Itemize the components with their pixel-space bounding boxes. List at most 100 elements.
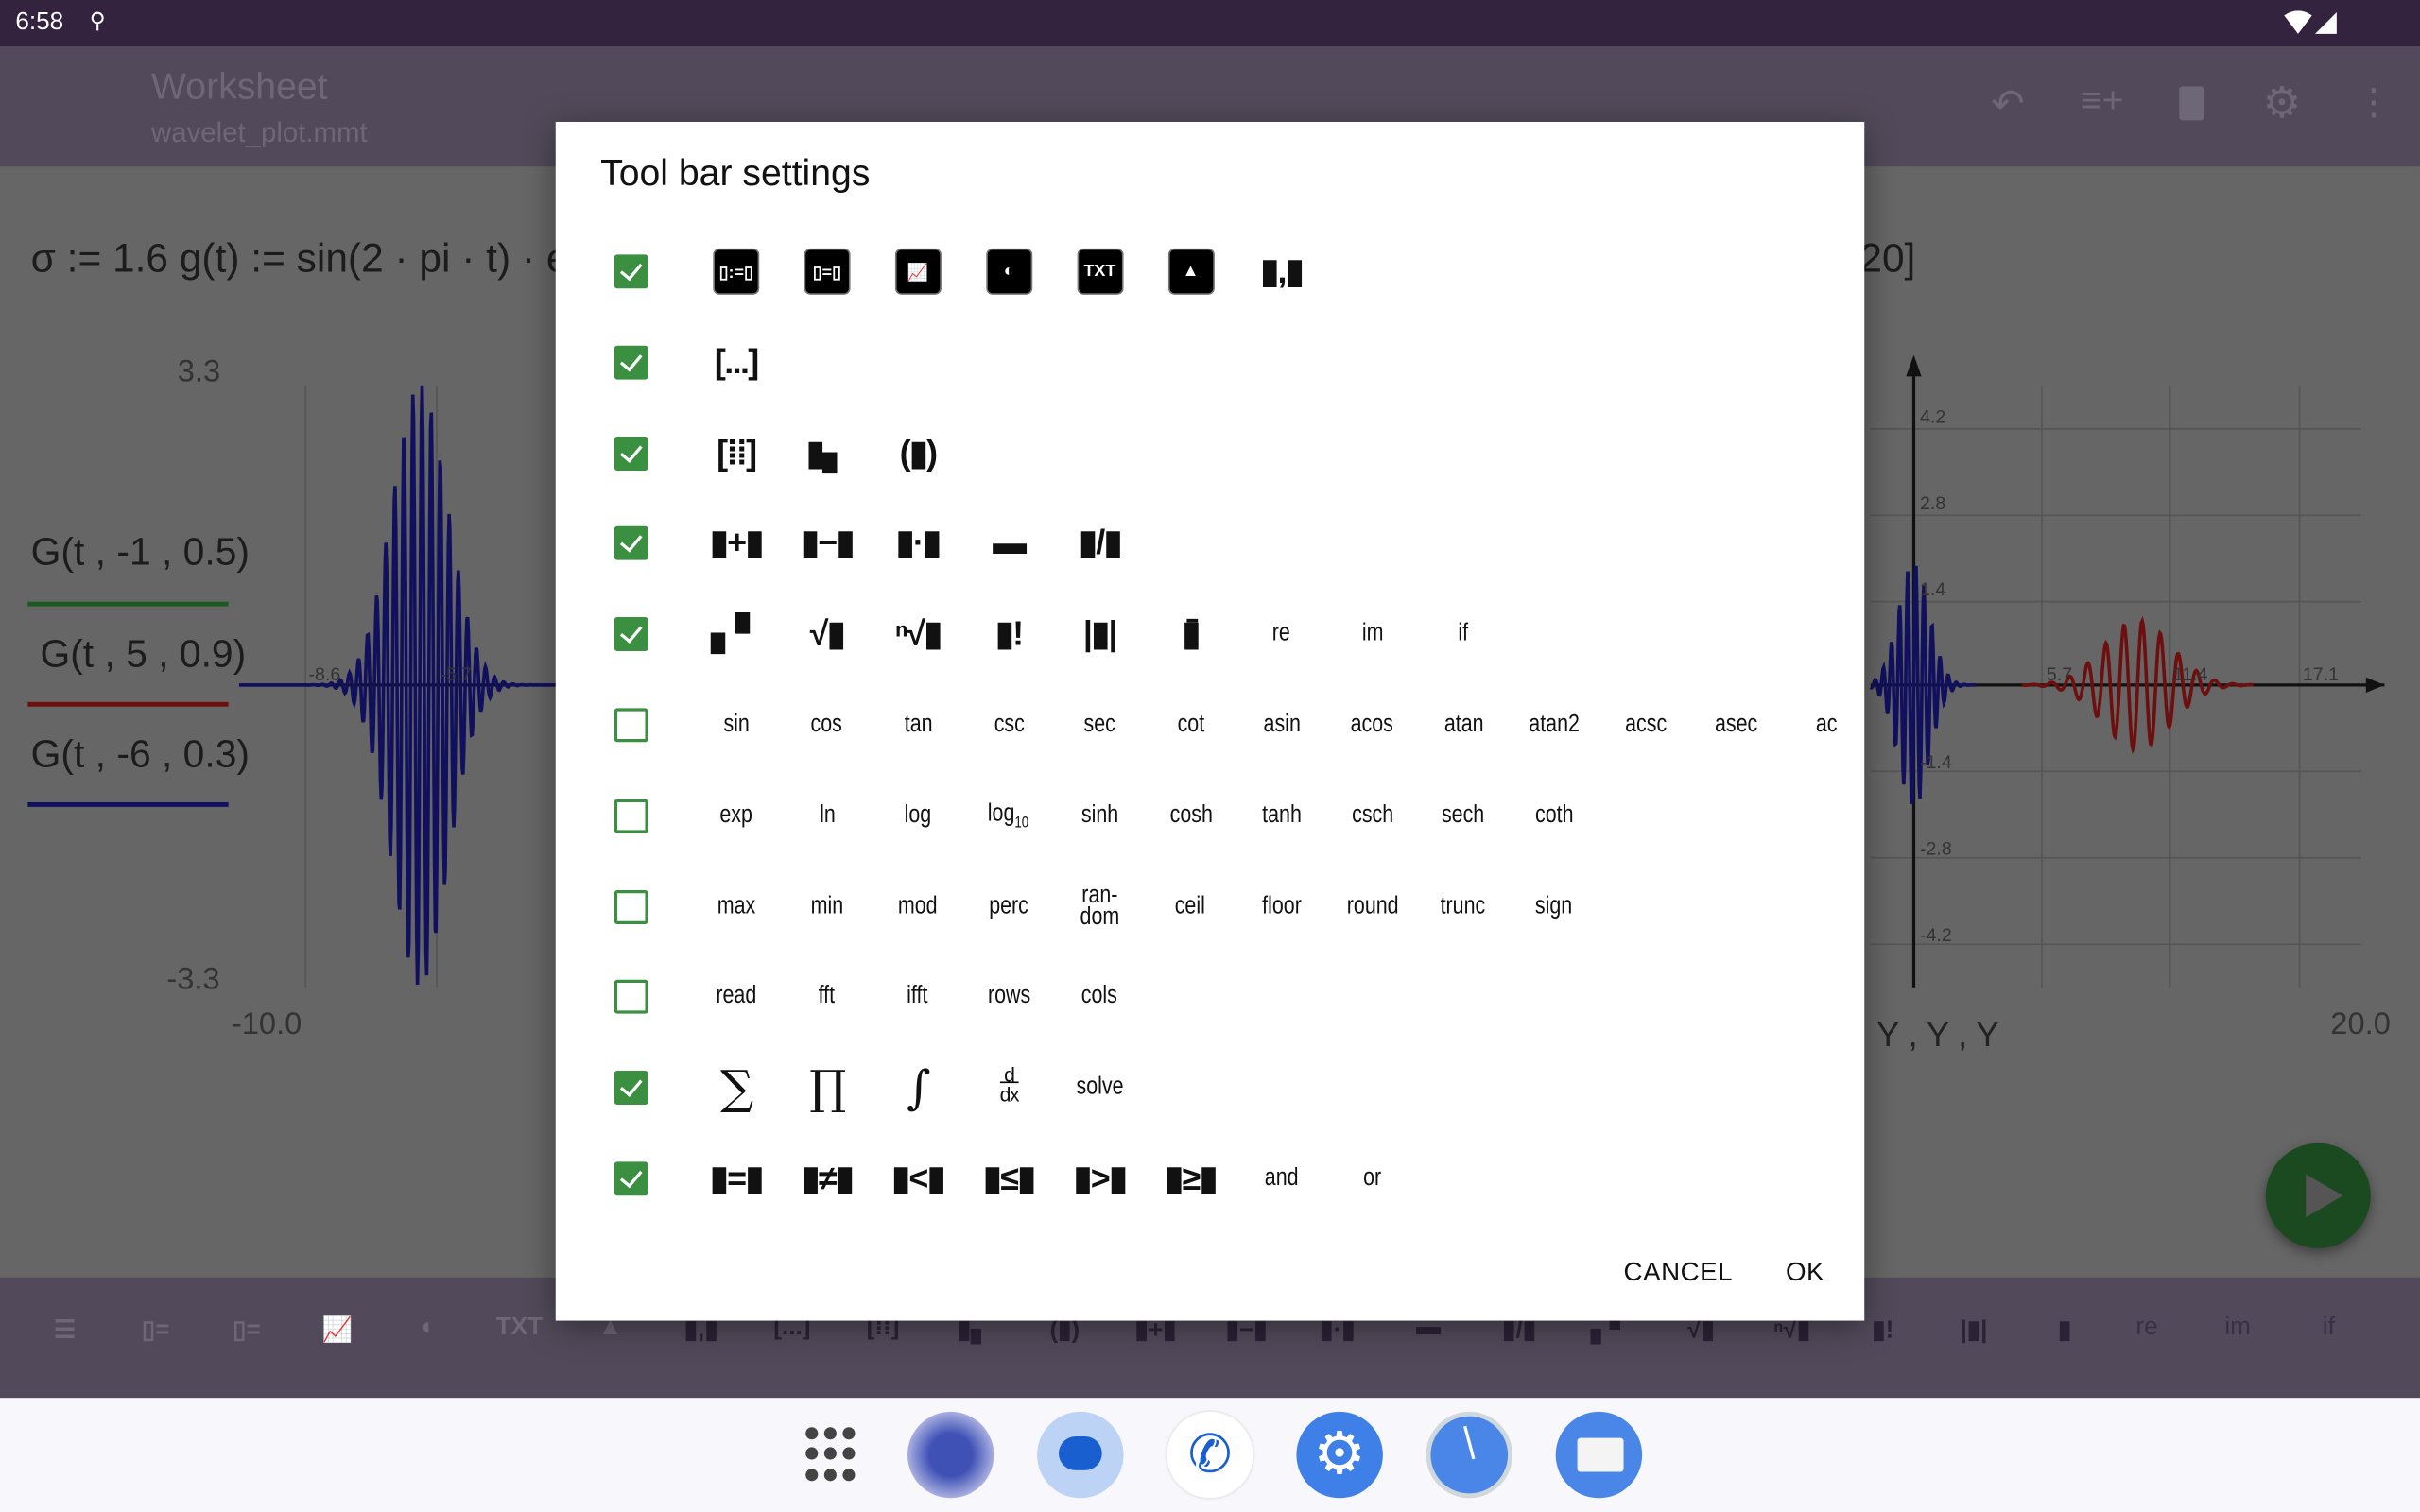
right-tick-y: -4.2 — [1920, 923, 1952, 946]
function-button-label: acsc — [1603, 687, 1686, 765]
group-checkbox[interactable] — [614, 799, 648, 833]
toolbar-button-icon[interactable]: ◐ — [421, 1314, 436, 1342]
abs-icon: |▮| — [1082, 614, 1118, 653]
toolbar-button-icon[interactable]: ▯= — [142, 1314, 170, 1346]
group-checkbox[interactable] — [614, 1071, 648, 1106]
phone-app-icon[interactable]: ✆ — [1167, 1411, 1253, 1499]
clock-app-icon[interactable] — [1426, 1411, 1512, 1499]
function-button-label: cosh — [1150, 778, 1233, 855]
toolbar-button-label[interactable]: if — [2323, 1314, 2335, 1342]
group-checkbox[interactable] — [614, 436, 648, 471]
toolbar-group-row: ▖▘ √▮ ⁿ√▮ ▮! |▮| ▮̄ re im if — [556, 596, 1864, 674]
product-icon: ∏ — [786, 1050, 869, 1127]
settings-app-icon[interactable]: ⚙ — [1296, 1411, 1383, 1499]
fraction-icon: ▬ — [993, 524, 1027, 562]
toolbar-button-label[interactable]: im — [2224, 1314, 2251, 1342]
integral-icon: ∫ — [876, 1050, 959, 1127]
group-checkbox[interactable] — [614, 889, 648, 924]
function-button-label: exp — [695, 778, 778, 855]
group-checkbox[interactable] — [614, 617, 648, 652]
right-plot-xmax: 20.0 — [2330, 1007, 2391, 1042]
function-button-label: max — [695, 868, 778, 946]
factorial-icon: ▮! — [967, 596, 1050, 674]
list-icon: [...] — [695, 324, 778, 402]
sum-icon: ∑ — [720, 1060, 753, 1115]
item-label: cols — [1081, 983, 1118, 1010]
item-label: trunc — [1441, 892, 1486, 919]
legend-line-green — [27, 601, 229, 607]
text-icon: TXT — [1076, 248, 1123, 295]
toolbar-button-icon[interactable]: ☰ — [54, 1314, 76, 1346]
item-label: cot — [1177, 711, 1204, 738]
legend-line-red — [27, 701, 229, 707]
left-tick-x: -5.7 — [440, 663, 473, 685]
function-button-label: asec — [1694, 687, 1777, 765]
app-drawer-icon[interactable] — [805, 1427, 861, 1483]
parentheses-icon: (▮) — [899, 433, 938, 472]
sum-icon: ∑ — [695, 1050, 778, 1127]
left-plot-ymin: -3.3 — [166, 962, 220, 997]
function-button-label: tanh — [1240, 778, 1323, 855]
item-label: tan — [904, 711, 932, 738]
equal-icon: ▮=▮ — [709, 1159, 764, 1197]
toolbar-group-row: max min mod perc ran-dom ceil floor round trunc s… — [556, 868, 1864, 946]
toolbar-button-icon[interactable]: |▮| — [1960, 1314, 1987, 1346]
cancel-button[interactable]: CANCEL — [1624, 1258, 1734, 1289]
item-label: ln — [819, 801, 836, 829]
group-checkbox[interactable] — [614, 1161, 648, 1196]
wavelet-curve — [239, 385, 556, 985]
divide-icon: ▮/▮ — [1079, 524, 1122, 562]
group-checkbox[interactable] — [614, 980, 648, 1015]
function-button-label: log10 — [967, 778, 1050, 855]
function-button-label: round — [1331, 868, 1414, 946]
toolbar-button-icon[interactable]: ▯= — [233, 1314, 261, 1346]
gallery-app-icon[interactable] — [907, 1411, 994, 1499]
legend-label: G(t , 5 , 0.9) — [40, 632, 247, 677]
item-label: coth — [1534, 801, 1574, 829]
less-equal-icon: ▮≤▮ — [967, 1141, 1050, 1218]
files-app-icon[interactable] — [1555, 1411, 1643, 1499]
nth-root-icon: ⁿ√▮ — [876, 596, 959, 674]
toolbar-group-row: read fft ifft rows cols — [556, 959, 1864, 1037]
function-button-label: or — [1331, 1141, 1414, 1218]
derivative-icon: d dx — [967, 1050, 1050, 1127]
item-label: or — [1363, 1164, 1382, 1192]
ok-button[interactable]: OK — [1786, 1258, 1824, 1289]
toolbar-group-row: sin cos tan csc sec cot asin acos atan atan2 acsc a… — [556, 687, 1864, 765]
subscript-icon: ▮▖ — [786, 415, 869, 492]
item-label: re — [1272, 620, 1291, 647]
item-label: sinh — [1080, 801, 1119, 829]
toolbar-button-icon[interactable]: ▮ — [2058, 1314, 2071, 1346]
group-checkbox[interactable] — [614, 526, 648, 561]
greater-equal-icon: ▮≥▮ — [1150, 1141, 1233, 1218]
group-checkbox[interactable] — [614, 708, 648, 743]
item-label: perc — [989, 892, 1029, 919]
toolbar-group-row: exp ln log log10 sinh cosh tanh csch sech coth — [556, 778, 1864, 855]
run-button[interactable] — [2265, 1143, 2371, 1248]
greater-icon: ▮>▮ — [1058, 1141, 1141, 1218]
item-label: atan2 — [1529, 711, 1581, 738]
dialog-title: Tool bar settings — [600, 152, 871, 195]
function-button-label: sec — [1058, 687, 1141, 765]
less-icon: ▮<▮ — [891, 1159, 945, 1197]
item-label: read — [716, 983, 757, 1010]
toolbar-button-icon[interactable]: ▮! — [1872, 1314, 1893, 1346]
toolbar-button-icon[interactable]: 📈 — [322, 1314, 354, 1346]
right-tick-x: 17.1 — [2302, 663, 2340, 685]
toolbar-button-label[interactable]: re — [2135, 1314, 2157, 1342]
group-checkbox[interactable] — [614, 254, 648, 289]
conjugate-icon: ▮̄ — [1150, 596, 1233, 674]
item-label: sech — [1442, 801, 1485, 829]
toolbar-group-row: [⁞⁞] ▮▖ (▮) — [556, 415, 1864, 492]
function-button-label: cols — [1058, 959, 1141, 1037]
conjugate-icon: ▮̄ — [1182, 614, 1201, 653]
item-label: round — [1346, 892, 1399, 919]
item-label: if — [1458, 620, 1469, 647]
group-checkbox[interactable] — [614, 345, 648, 380]
toolbar-group-row: ▮+▮ ▮−▮ ▮·▮ ▬ ▮/▮ — [556, 506, 1864, 583]
function-button-label: rows — [967, 959, 1050, 1037]
function-button-label: and — [1240, 1141, 1323, 1218]
toolbar-button-icon[interactable]: TXT — [496, 1314, 543, 1342]
messages-app-icon[interactable] — [1037, 1411, 1124, 1499]
function-button-label: tan — [876, 687, 959, 765]
